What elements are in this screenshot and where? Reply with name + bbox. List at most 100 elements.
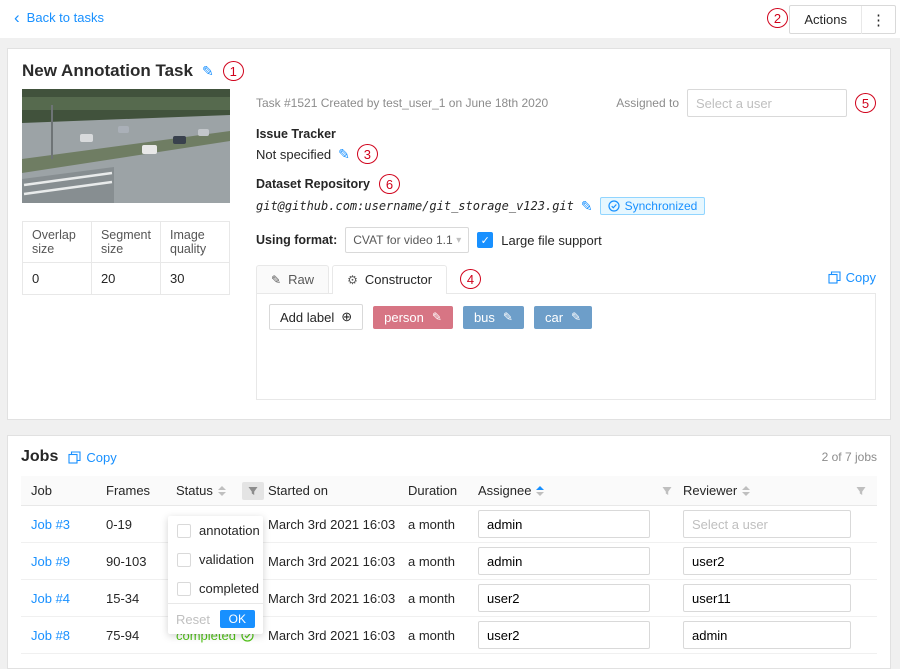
sort-icon[interactable] (218, 486, 226, 496)
reviewer-filter-icon[interactable] (855, 485, 867, 497)
column-status[interactable]: Status (176, 482, 268, 500)
top-bar: ‹ Back to tasks 2 Actions ⋮ (0, 0, 900, 38)
using-format-label: Using format: (256, 233, 337, 247)
started-cell: March 3rd 2021 16:03 (268, 554, 408, 569)
param-value-quality: 30 (161, 263, 230, 295)
status-filter-icon[interactable] (242, 482, 264, 500)
large-file-support-checkbox[interactable]: ✓ (477, 232, 493, 248)
copy-icon (828, 271, 841, 284)
add-label-button[interactable]: Add label ⊕ (269, 304, 363, 330)
task-meta: Task #1521 Created by test_user_1 on Jun… (256, 96, 548, 110)
param-header-overlap: Overlap size (23, 222, 92, 263)
kebab-menu-icon[interactable]: ⋮ (862, 11, 895, 29)
assignee-input[interactable] (478, 547, 650, 575)
label-chip-person[interactable]: person ✎ (373, 306, 453, 329)
column-reviewer-label: Reviewer (683, 483, 737, 498)
column-started-on: Started on (268, 483, 408, 498)
jobs-card: Jobs Copy 2 of 7 jobs Job Frames Status … (7, 435, 891, 669)
checkbox-unchecked[interactable] (177, 582, 191, 596)
param-header-quality: Image quality (161, 222, 230, 263)
filter-option-completed[interactable]: completed (168, 574, 263, 603)
param-header-segment: Segment size (91, 222, 160, 263)
label-chip-bus[interactable]: bus ✎ (463, 306, 524, 329)
format-select[interactable]: CVAT for video 1.1 ▾ (345, 227, 469, 253)
plus-circle-icon: ⊕ (341, 309, 352, 325)
labels-tabs: ✎ Raw ⚙ Constructor 4 Copy (256, 265, 876, 294)
filter-reset-button[interactable]: Reset (176, 612, 210, 627)
sort-icon[interactable] (742, 486, 750, 496)
param-value-overlap: 0 (23, 263, 92, 295)
back-to-tasks-link[interactable]: ‹ Back to tasks (14, 10, 104, 25)
frames-cell: 0-19 (106, 517, 176, 532)
column-assignee-label: Assignee (478, 483, 531, 498)
edit-repository-icon[interactable]: ✎ (581, 198, 593, 215)
edit-label-icon[interactable]: ✎ (503, 310, 513, 324)
reviewer-input[interactable] (683, 584, 851, 612)
assigned-to-input[interactable] (687, 89, 847, 117)
copy-labels-link[interactable]: Copy (828, 270, 876, 289)
duration-cell: a month (408, 517, 478, 532)
back-to-tasks-label: Back to tasks (27, 10, 104, 25)
format-select-value: CVAT for video 1.1 (353, 233, 452, 247)
frames-cell: 15-34 (106, 591, 176, 606)
column-job[interactable]: Job (21, 483, 106, 498)
callout-2: 2 (767, 8, 788, 28)
edit-issue-tracker-icon[interactable]: ✎ (338, 146, 350, 163)
filter-option-validation[interactable]: validation (168, 545, 263, 574)
tab-constructor[interactable]: ⚙ Constructor (332, 265, 447, 294)
job-link[interactable]: Job #9 (31, 554, 70, 569)
assignee-input[interactable] (478, 621, 650, 649)
copy-jobs-link[interactable]: Copy (68, 450, 116, 465)
filter-option-label: annotation (199, 523, 260, 538)
edit-label-icon[interactable]: ✎ (432, 310, 442, 324)
assignee-filter-icon[interactable] (661, 485, 673, 497)
checkbox-unchecked[interactable] (177, 553, 191, 567)
filter-ok-button[interactable]: OK (220, 610, 255, 628)
duration-cell: a month (408, 591, 478, 606)
job-link[interactable]: Job #4 (31, 591, 70, 606)
table-row: Job #3 0-19 March 3rd 2021 16:03 a month (21, 506, 877, 543)
label-chip-car[interactable]: car ✎ (534, 306, 592, 329)
edit-label-icon[interactable]: ✎ (571, 310, 581, 324)
task-preview-image (22, 89, 230, 203)
reviewer-input[interactable] (683, 547, 851, 575)
synchronized-label: Synchronized (625, 199, 698, 213)
started-cell: March 3rd 2021 16:03 (268, 591, 408, 606)
constructor-icon: ⚙ (347, 273, 358, 287)
pencil-icon: ✎ (271, 273, 281, 287)
column-assignee[interactable]: Assignee (478, 483, 683, 498)
tab-raw-label: Raw (288, 272, 314, 287)
task-params-table: Overlap size Segment size Image quality … (22, 221, 230, 295)
started-cell: March 3rd 2021 16:03 (268, 517, 408, 532)
column-reviewer[interactable]: Reviewer (683, 483, 877, 498)
filter-option-label: validation (199, 552, 254, 567)
callout-6: 6 (379, 174, 400, 194)
reviewer-input[interactable] (683, 510, 851, 538)
label-chip-bus-text: bus (474, 310, 495, 325)
filter-option-annotation[interactable]: annotation (168, 516, 263, 545)
task-details-card: New Annotation Task ✎ 1 (7, 48, 891, 420)
jobs-table-header: Job Frames Status Started on Duration As… (21, 476, 877, 506)
dataset-repository-label: Dataset Repository (256, 177, 370, 191)
duration-cell: a month (408, 628, 478, 643)
actions-button[interactable]: Actions ⋮ (789, 5, 896, 34)
label-chip-car-text: car (545, 310, 563, 325)
job-link[interactable]: Job #3 (31, 517, 70, 532)
job-link[interactable]: Job #8 (31, 628, 70, 643)
callout-3: 3 (357, 144, 378, 164)
assignee-input[interactable] (478, 584, 650, 612)
tab-raw[interactable]: ✎ Raw (256, 265, 329, 293)
chevron-down-icon: ▾ (456, 235, 461, 246)
sort-icon[interactable] (536, 486, 544, 496)
reviewer-input[interactable] (683, 621, 851, 649)
task-title: New Annotation Task (22, 61, 193, 81)
assignee-input[interactable] (478, 510, 650, 538)
callout-1: 1 (223, 61, 244, 81)
checkbox-unchecked[interactable] (177, 524, 191, 538)
edit-title-icon[interactable]: ✎ (202, 63, 214, 80)
assigned-to-label: Assigned to (616, 96, 679, 110)
frames-cell: 90-103 (106, 554, 176, 569)
jobs-count: 2 of 7 jobs (822, 450, 877, 464)
column-frames: Frames (106, 483, 176, 498)
actions-label: Actions (790, 12, 861, 27)
